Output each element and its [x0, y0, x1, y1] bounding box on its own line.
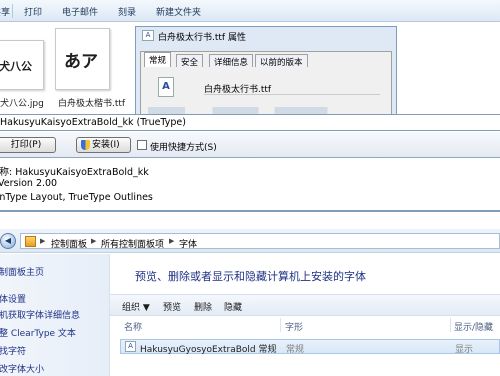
page-title: 预览、删除或者显示和隐藏计算机上安装的字体: [135, 270, 366, 283]
toolbar-burn[interactable]: 刻录: [118, 5, 136, 18]
column-header-style[interactable]: 字形: [285, 320, 303, 333]
table-row[interactable]: A HakusyuGyosyoExtraBold 常规 常规 显示: [120, 339, 500, 355]
shield-icon: [81, 140, 90, 150]
font-visibility-cell: 显示: [455, 345, 474, 355]
hide-button[interactable]: 隐藏: [224, 300, 242, 313]
font-name-cell: HakusyuGyosyoExtraBold 常规: [140, 345, 277, 355]
tab-previous-versions[interactable]: 以前的版本: [255, 54, 308, 68]
sidebar-item-online-info[interactable]: 联机获取字体详细信息: [0, 308, 80, 321]
shortcut-checkbox[interactable]: [137, 140, 147, 150]
properties-dialog: A 白舟极太行书.ttf 属性 常规 安全 详细信息 以前的版本 A 白舟极太行…: [135, 26, 397, 121]
thumbnail-image-text: 犬八公: [0, 60, 32, 73]
chevron-right-icon: ▶: [169, 237, 175, 245]
sidebar-item-cleartype[interactable]: 调整 ClearType 文本: [0, 326, 76, 339]
font-viewer-title: HakusyuKaisyoExtraBold_kk (TrueType): [0, 114, 500, 131]
toolbar-email[interactable]: 电子邮件: [62, 5, 98, 18]
chevron-right-icon: ▶: [40, 237, 46, 245]
column-header-visibility[interactable]: 显示/隐藏: [454, 320, 493, 333]
window-divider: [0, 210, 500, 212]
font-viewer-toolbar: 打印(P) 安装(I) 使用快捷方式(S): [0, 132, 500, 158]
file-icon: A: [142, 30, 154, 41]
sidebar-item-home[interactable]: 控制面板主页: [0, 265, 44, 278]
chevron-right-icon: ▶: [91, 237, 97, 245]
sidebar-item-font-settings[interactable]: 字体设置: [0, 292, 26, 305]
preview-button[interactable]: 预览: [163, 300, 181, 313]
font-name-line: 名称: HakusyuKaisyoExtraBold_kk: [0, 167, 149, 178]
font-sample-glyphs: あア: [64, 52, 98, 72]
tab-general[interactable]: 常规: [144, 52, 172, 67]
column-divider[interactable]: [280, 318, 281, 332]
font-version-line: Version 2.00: [0, 178, 58, 189]
sidebar: 控制面板主页 字体设置 联机获取字体详细信息 调整 ClearType 文本 查…: [0, 254, 110, 376]
shortcut-checkbox-label[interactable]: 使用快捷方式(S): [150, 140, 217, 153]
dialog-title: 白舟极太行书.ttf 属性: [158, 33, 246, 43]
thumbnail-caption[interactable]: 白舟极太楷书.ttf: [58, 96, 125, 109]
print-button[interactable]: 打印(P): [0, 137, 56, 153]
install-button-label: 安装(I): [92, 140, 120, 150]
font-file-icon: A: [125, 341, 136, 352]
install-button[interactable]: 安装(I): [76, 137, 131, 153]
back-icon[interactable]: ◀: [0, 233, 16, 249]
sidebar-item-font-size[interactable]: 更改字体大小: [0, 362, 44, 375]
thumbnail-caption[interactable]: 犬八公.jpg: [0, 96, 44, 109]
filename-field[interactable]: 白舟极太行书.ttf: [204, 82, 380, 95]
column-divider[interactable]: [450, 318, 451, 332]
thumbnail-image-jpg[interactable]: 犬八公: [0, 40, 44, 90]
organize-button[interactable]: 组织 ▼: [122, 300, 150, 313]
font-file-icon: A: [158, 77, 174, 97]
toolbar-separator: [12, 4, 13, 18]
breadcrumb[interactable]: ▶ 控制面板 ▶ 所有控制面板项 ▶ 字体: [20, 233, 500, 250]
font-viewer-window: HakusyuKaisyoExtraBold_kk (TrueType) 打印(…: [0, 114, 500, 214]
font-outline-line: OpenType Layout, TrueType Outlines: [0, 192, 153, 203]
toolbar-print[interactable]: 打印: [24, 5, 42, 18]
tab-security[interactable]: 安全: [176, 54, 204, 68]
column-header-name[interactable]: 名称: [124, 320, 142, 333]
address-bar: ◀ ▶ 控制面板 ▶ 所有控制面板项 ▶ 字体: [0, 229, 500, 253]
control-panel-icon: [25, 236, 36, 247]
tab-details[interactable]: 详细信息: [209, 54, 254, 68]
breadcrumb-all-items[interactable]: 所有控制面板项: [101, 237, 164, 250]
fonts-control-panel: ◀ ▶ 控制面板 ▶ 所有控制面板项 ▶ 字体 控制面板主页 字体设置 联机获取…: [0, 222, 500, 376]
explorer-command-bar: 共享 打印 电子邮件 刻录 新建文件夹: [0, 0, 500, 22]
sidebar-item-find-character[interactable]: 查找字符: [0, 344, 26, 357]
thumbnail-font-file[interactable]: あア: [55, 28, 110, 90]
command-bar: 组织 ▼ 预览 删除 隐藏: [110, 294, 500, 316]
toolbar-new-folder[interactable]: 新建文件夹: [156, 5, 201, 18]
breadcrumb-control-panel[interactable]: 控制面板: [51, 237, 87, 250]
breadcrumb-fonts[interactable]: 字体: [179, 237, 197, 250]
toolbar-share[interactable]: 共享: [0, 5, 10, 18]
font-style-cell: 常规: [286, 345, 305, 355]
delete-button[interactable]: 删除: [194, 300, 212, 313]
